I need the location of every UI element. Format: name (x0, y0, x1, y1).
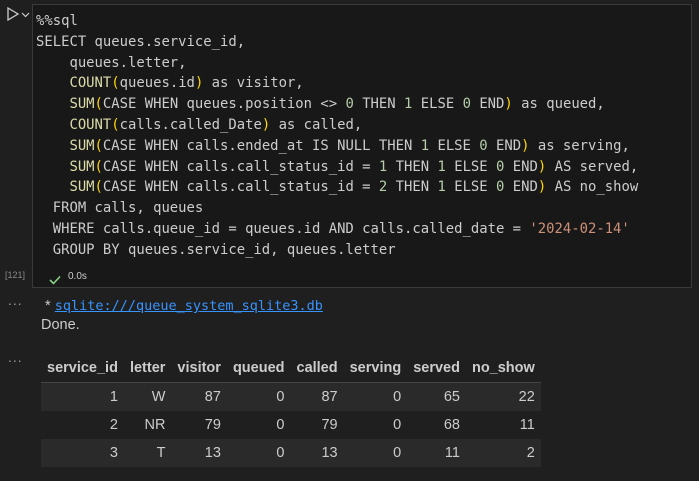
column-header: called (290, 354, 344, 383)
table-cell: 2 (41, 411, 124, 439)
table-row: 2 NR 79 0 79 0 68 11 (41, 411, 541, 439)
run-icon (7, 7, 20, 21)
table-cell: 0 (226, 411, 291, 439)
code-line: SUM(CASE WHEN calls.call_status_id = 1 T… (69, 158, 639, 175)
table-cell: 11 (407, 439, 466, 467)
code-line: %%sql (36, 13, 78, 29)
table-cell: 13 (171, 439, 227, 467)
table-cell: 11 (465, 411, 541, 439)
table-cell: T (123, 439, 172, 467)
table-cell: 2 (465, 439, 541, 467)
code-line: queues.letter, (36, 54, 187, 71)
code-line: SUM(CASE WHEN calls.call_status_id = 2 T… (69, 179, 639, 196)
run-cell-button[interactable] (6, 7, 20, 21)
code-line: SUM(CASE WHEN queues.position <> 0 THEN … (69, 96, 605, 113)
execution-count: [121] (5, 270, 26, 280)
table-row: 1 W 87 0 87 0 65 22 (41, 382, 541, 411)
output-menu-button[interactable]: ... (8, 292, 23, 308)
code-line: GROUP BY queues.service_id, queues.lette… (36, 241, 396, 258)
connection-prefix: * (41, 298, 55, 314)
table-cell: 3 (41, 439, 124, 467)
column-header: serving (343, 354, 408, 383)
connection-line: * sqlite:///queue_system_sqlite3.db (41, 296, 323, 316)
table-cell: 65 (407, 382, 466, 411)
output-menu-button-2[interactable]: ... (8, 349, 23, 365)
table-cell: W (123, 382, 172, 411)
table-cell: 79 (171, 411, 227, 439)
table-cell: NR (123, 411, 172, 439)
table-cell: 79 (290, 411, 344, 439)
done-text: Done. (41, 317, 80, 333)
table-cell: 87 (290, 382, 344, 411)
table-cell: 0 (343, 382, 408, 411)
table-cell: 68 (407, 411, 466, 439)
table-header-row: service_id letter visitor queued called servi… (41, 354, 541, 383)
execution-time: 0.0s (68, 271, 87, 282)
column-header: letter (123, 354, 172, 383)
connection-link[interactable]: sqlite:///queue_system_sqlite3.db (55, 298, 323, 314)
code-line: COUNT(calls.called_Date) as called, (69, 116, 363, 133)
code-line: COUNT(queues.id) as visitor, (69, 75, 304, 92)
table-cell: 13 (290, 439, 344, 467)
column-header: queued (226, 354, 291, 383)
run-options-dropdown[interactable] (21, 8, 30, 20)
table-cell: 87 (171, 382, 227, 411)
code-line: WHERE calls.queue_id = queues.id AND cal… (36, 220, 630, 237)
table-cell: 0 (343, 411, 408, 439)
column-header: served (407, 354, 466, 383)
table-cell: 0 (226, 439, 291, 467)
table-cell: 22 (465, 382, 541, 411)
code-editor[interactable]: %%sql SELECT queues.service_id, queues.le… (36, 11, 638, 261)
code-line: SUM(CASE WHEN calls.ended_at IS NULL THE… (69, 137, 630, 154)
result-table: service_id letter visitor queued called servi… (41, 354, 541, 467)
column-header: visitor (171, 354, 227, 383)
code-line: SELECT queues.service_id, (36, 33, 246, 50)
column-header: service_id (41, 354, 124, 383)
check-icon (49, 272, 61, 290)
table-cell: 1 (41, 382, 124, 411)
table-row: 3 T 13 0 13 0 11 2 (41, 439, 541, 467)
code-line: FROM calls, queues (36, 200, 204, 217)
column-header: no_show (465, 354, 541, 383)
table-cell: 0 (226, 382, 291, 411)
table-cell: 0 (343, 439, 408, 467)
chevron-down-icon (21, 12, 30, 18)
